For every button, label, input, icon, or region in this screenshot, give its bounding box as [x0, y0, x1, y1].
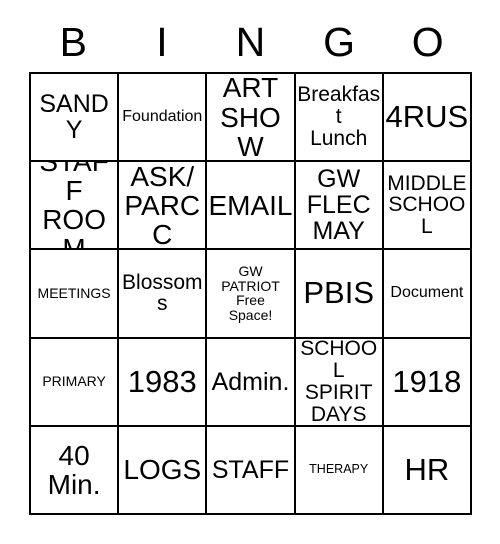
bingo-cell-r4c4[interactable]: SCHOOL SPIRIT DAYS — [295, 338, 384, 427]
bingo-cell-r3c4[interactable]: PBIS — [295, 250, 384, 339]
bingo-cell-r2c2[interactable]: ASK/ PARCC — [119, 162, 208, 251]
bingo-cell-r4c3[interactable]: Admin. — [207, 338, 296, 427]
bingo-cell-label: 40 Min. — [47, 439, 101, 500]
bingo-cell-label: THERAPY — [309, 462, 369, 477]
bingo-cell-r2c1[interactable]: STAFF ROOM — [31, 162, 120, 251]
bingo-cell-label: 4RUS — [385, 98, 469, 134]
bingo-header-row: B I N G O — [29, 16, 472, 68]
bingo-cell-label: STAFF ROOM — [39, 162, 108, 251]
bingo-cell-label: MEETINGS — [37, 285, 111, 302]
bingo-cell-r4c2[interactable]: 1983 — [119, 338, 208, 427]
bingo-cell-label: Breakfast Lunch — [297, 83, 381, 150]
bingo-cell-r1c4[interactable]: Breakfast Lunch — [295, 74, 384, 163]
bingo-cell-r3c1[interactable]: MEETINGS — [31, 250, 120, 339]
bingo-cell-label: STAFF — [211, 455, 290, 484]
bingo-cell-label: Foundation — [122, 107, 203, 125]
bingo-cell-r3c2[interactable]: Blossoms — [119, 250, 208, 339]
bingo-header-letter-b: B — [59, 18, 87, 65]
bingo-header-letter-n: N — [235, 18, 266, 65]
bingo-cell-r3c5[interactable]: Document — [383, 250, 472, 339]
bingo-cell-free-space[interactable]: GW PATRIOT Free Space! — [207, 250, 296, 339]
bingo-cell-r2c5[interactable]: MIDDLE SCHOOL — [383, 162, 472, 251]
bingo-cell-r5c5[interactable]: HR — [383, 426, 472, 515]
bingo-cell-label: SANDY — [39, 90, 109, 145]
bingo-cell-label: ART SHOW — [220, 74, 281, 162]
bingo-cell-r1c3[interactable]: ART SHOW — [207, 74, 296, 163]
bingo-cell-label: Document — [390, 284, 464, 302]
bingo-cell-r1c2[interactable]: Foundation — [119, 74, 208, 163]
bingo-cell-r1c5[interactable]: 4RUS — [383, 74, 472, 163]
bingo-cell-r5c4[interactable]: THERAPY — [295, 426, 384, 515]
bingo-cell-label: EMAIL — [208, 189, 293, 221]
bingo-grid: SANDY Foundation ART SHOW Breakfast Lunc… — [29, 72, 472, 515]
bingo-cell-label: LOGS — [123, 454, 202, 486]
bingo-header-letter-o: O — [411, 18, 444, 65]
bingo-header-letter-i: I — [156, 18, 168, 65]
bingo-cell-r2c3[interactable]: EMAIL — [207, 162, 296, 251]
bingo-header-letter-g: G — [323, 18, 356, 65]
bingo-cell-label: ASK/ PARCC — [124, 162, 201, 250]
bingo-cell-r5c2[interactable]: LOGS — [119, 426, 208, 515]
bingo-cell-label: 1983 — [127, 363, 197, 399]
bingo-cell-label: GW FLEC MAY — [306, 165, 371, 246]
bingo-cell-label: HR — [404, 451, 450, 487]
bingo-free-space-label: GW PATRIOT Free Space! — [221, 263, 280, 324]
bingo-cell-r1c1[interactable]: SANDY — [31, 74, 120, 163]
bingo-cell-label: PRIMARY — [42, 373, 106, 390]
bingo-cell-r2c4[interactable]: GW FLEC MAY — [295, 162, 384, 251]
bingo-cell-label: SCHOOL SPIRIT DAYS — [300, 338, 378, 426]
bingo-cell-r4c1[interactable]: PRIMARY — [31, 338, 120, 427]
bingo-cell-r4c5[interactable]: 1918 — [383, 338, 472, 427]
bingo-cell-label: 1918 — [392, 363, 462, 399]
bingo-cell-label: Admin. — [211, 367, 290, 396]
bingo-cell-label: Blossoms — [122, 270, 203, 316]
bingo-cell-label: MIDDLE SCHOOL — [387, 171, 467, 239]
bingo-card: B I N G O SANDY Foundation ART SHOW Brea… — [0, 0, 500, 544]
bingo-cell-r5c3[interactable]: STAFF — [207, 426, 296, 515]
bingo-cell-label: PBIS — [303, 275, 375, 311]
bingo-cell-r5c1[interactable]: 40 Min. — [31, 426, 120, 515]
